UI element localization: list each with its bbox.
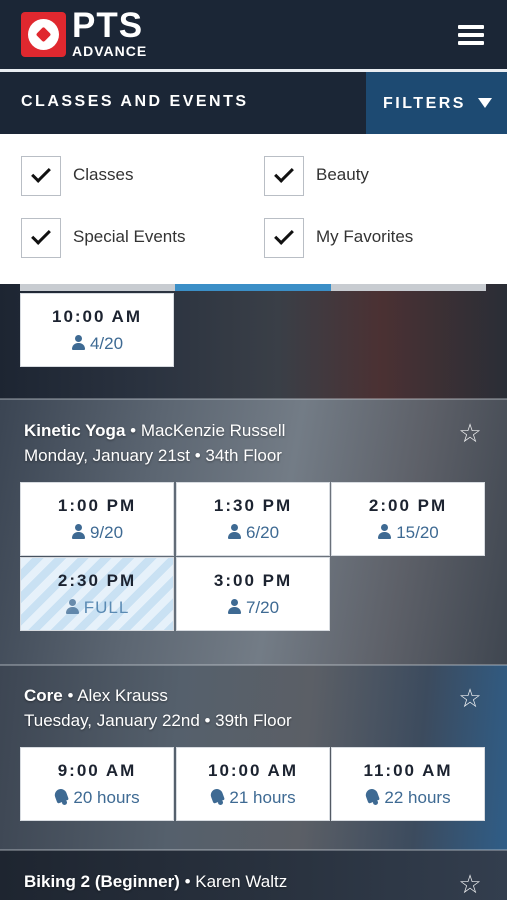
filter-label: Beauty: [316, 165, 369, 184]
filters-button[interactable]: FILTERS: [366, 72, 507, 134]
slot-time: 2:00 PM: [368, 496, 448, 515]
filter-panel: Classes Beauty Special Events My Favorit…: [0, 134, 507, 284]
bell-icon: [54, 789, 69, 805]
slot-time: 2:30 PM: [57, 571, 137, 590]
person-icon: [227, 524, 242, 539]
checkmark-icon: [274, 163, 294, 183]
divider: [0, 849, 507, 851]
filter-label: Classes: [73, 165, 134, 184]
slot-opens-in: 20 hours: [21, 788, 173, 808]
class-header: Biking 2 (Beginner) • Karen Waltz: [24, 869, 287, 894]
time-slot[interactable]: 10:00 AM 21 hours: [176, 747, 330, 821]
checkbox[interactable]: [21, 156, 61, 196]
time-slot-full[interactable]: 2:30 PM FULL: [20, 557, 174, 631]
slot-capacity: 15/20: [332, 523, 484, 543]
slot-capacity: FULL: [21, 598, 173, 618]
filter-label: My Favorites: [316, 227, 414, 246]
slot-time: 3:00 PM: [213, 571, 293, 590]
class-name: Biking 2 (Beginner): [24, 872, 180, 891]
time-slot[interactable]: 11:00 AM 22 hours: [331, 747, 485, 821]
bell-icon: [365, 789, 380, 805]
section-bar: CLASSES AND EVENTS FILTERS: [0, 72, 507, 134]
slot-capacity: 7/20: [177, 598, 329, 618]
time-slot[interactable]: 3:00 PM 7/20: [176, 557, 330, 631]
checkmark-icon: [31, 163, 51, 183]
person-icon: [71, 335, 86, 350]
favorite-star-icon[interactable]: ☆: [456, 870, 484, 898]
checkbox[interactable]: [21, 218, 61, 258]
time-slot[interactable]: 2:00 PM 15/20: [331, 482, 485, 556]
slot-time: 1:00 PM: [57, 496, 137, 515]
slot-opens-in: 21 hours: [177, 788, 329, 808]
filter-label: Special Events: [73, 227, 186, 246]
checkbox[interactable]: [264, 156, 304, 196]
favorite-star-icon[interactable]: ☆: [456, 419, 484, 447]
person-icon: [227, 599, 242, 614]
class-instructor: • MacKenzie Russell: [130, 421, 286, 440]
section-title: CLASSES AND EVENTS: [21, 93, 249, 110]
slot-edge: [20, 284, 175, 291]
slot-time: 9:00 AM: [57, 761, 137, 780]
logo-text: PTS: [72, 6, 144, 45]
favorite-star-icon[interactable]: ☆: [456, 684, 484, 712]
filters-label: FILTERS: [383, 95, 466, 112]
divider: [0, 398, 507, 400]
person-icon: [377, 524, 392, 539]
class-instructor: • Karen Waltz: [184, 872, 288, 891]
bell-icon: [210, 789, 225, 805]
hamburger-menu-icon[interactable]: [458, 25, 484, 45]
person-icon: [65, 599, 80, 614]
class-instructor: • Alex Krauss: [67, 686, 168, 705]
class-name: Core: [24, 686, 63, 705]
time-slot[interactable]: 10:00 AM 4/20: [20, 293, 174, 367]
slot-time: 11:00 AM: [363, 761, 453, 780]
slot-capacity: 4/20: [21, 334, 173, 354]
caret-down-icon: [478, 98, 492, 108]
slot-edge: [331, 284, 486, 291]
slot-opens-in: 22 hours: [332, 788, 484, 808]
time-slot[interactable]: 1:00 PM 9/20: [20, 482, 174, 556]
app-header: PTS ADVANCE: [0, 0, 507, 69]
divider: [0, 664, 507, 666]
time-slot[interactable]: 9:00 AM 20 hours: [20, 747, 174, 821]
logo-icon: [21, 12, 66, 57]
class-header: Core • Alex Krauss Tuesday, January 22nd…: [24, 683, 292, 733]
slot-capacity: 9/20: [21, 523, 173, 543]
person-icon: [71, 524, 86, 539]
class-header: Kinetic Yoga • MacKenzie Russell Monday,…: [24, 418, 285, 468]
checkbox[interactable]: [264, 218, 304, 258]
class-when: Monday, January 21st • 34th Floor: [24, 446, 282, 465]
slot-time: 10:00 AM: [51, 307, 142, 326]
slot-capacity: 6/20: [177, 523, 329, 543]
logo-subtext: ADVANCE: [72, 43, 148, 59]
checkmark-icon: [274, 225, 294, 245]
class-when: Tuesday, January 22nd • 39th Floor: [24, 711, 292, 730]
selected-slot-edge: [175, 284, 331, 291]
checkmark-icon: [31, 225, 51, 245]
class-name: Kinetic Yoga: [24, 421, 126, 440]
slot-time: 1:30 PM: [213, 496, 293, 515]
time-slot[interactable]: 1:30 PM 6/20: [176, 482, 330, 556]
slot-time: 10:00 AM: [207, 761, 298, 780]
